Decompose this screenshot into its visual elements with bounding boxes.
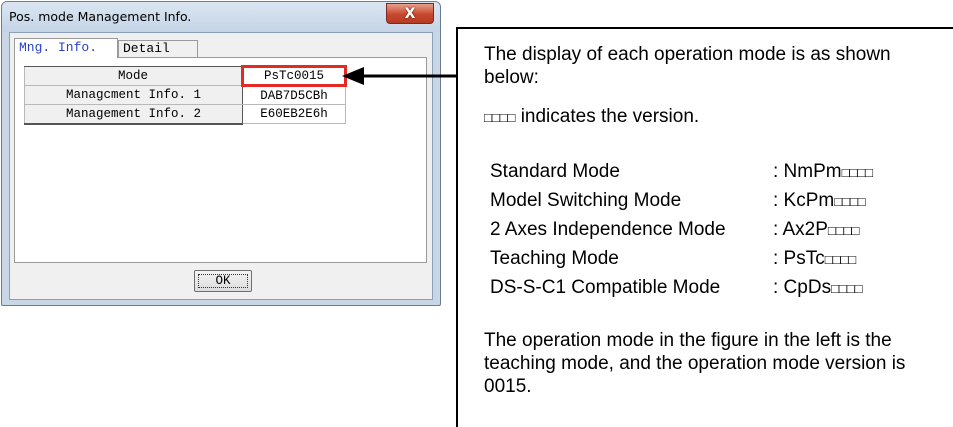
list-item: Teaching Mode : PsTc□□□□ xyxy=(490,248,953,277)
row-label-management-info-1: Managcment Info. 1 xyxy=(24,85,243,105)
row-value-management-info-2[interactable]: E60EB2E6h xyxy=(242,104,346,124)
mode-code: : Ax2P□□□□ xyxy=(773,219,860,240)
table-row: Managcment Info. 1 DAB7D5CBh xyxy=(24,85,346,105)
title-bar[interactable]: Pos. mode Management Info. X xyxy=(2,2,440,32)
mode-code: : PsTc□□□□ xyxy=(773,248,857,269)
mode-name: Teaching Mode xyxy=(490,248,619,269)
mode-name: Model Switching Mode xyxy=(490,190,682,211)
row-value-mode[interactable]: PsTc0015 xyxy=(241,65,347,87)
info-grid: Mode PsTc0015 Managcment Info. 1 DAB7D5C… xyxy=(24,65,347,125)
callout-summary: The operation mode in the figure in the … xyxy=(484,330,906,397)
callout-intro: The display of each operation mode is as… xyxy=(484,44,891,88)
tab-mng-info[interactable]: Mng. Info. xyxy=(14,38,118,58)
row-value-management-info-1[interactable]: DAB7D5CBh xyxy=(242,85,346,105)
tab-detail[interactable]: Detail xyxy=(118,40,198,57)
dialog-title: Pos. mode Management Info. xyxy=(9,9,192,24)
mode-list: Standard Mode : NmPm□□□□ Model Switching… xyxy=(490,161,953,306)
list-item: 2 Axes Independence Mode : Ax2P□□□□ xyxy=(490,219,953,248)
explanation-callout: The display of each operation mode is as… xyxy=(456,27,953,427)
mode-code: : NmPm□□□□ xyxy=(773,161,874,182)
mode-name: DS-S-C1 Compatible Mode xyxy=(490,277,721,298)
list-item: Standard Mode : NmPm□□□□ xyxy=(490,161,953,190)
mode-name: Standard Mode xyxy=(490,161,620,182)
ok-button[interactable]: OK xyxy=(194,270,252,292)
version-note: indicates the version. xyxy=(520,106,700,127)
row-label-management-info-2: Management Info. 2 xyxy=(24,104,243,125)
close-icon: X xyxy=(404,5,416,22)
mode-name: 2 Axes Independence Mode xyxy=(490,219,726,240)
management-info-dialog: Pos. mode Management Info. X Mng. Info. … xyxy=(1,1,441,306)
version-boxes: □□□□ xyxy=(484,110,516,125)
list-item: Model Switching Mode : KcPm□□□□ xyxy=(490,190,953,219)
list-item: DS-S-C1 Compatible Mode : CpDs□□□□ xyxy=(490,277,953,306)
table-row: Management Info. 2 E60EB2E6h xyxy=(24,104,346,125)
table-row: Mode PsTc0015 xyxy=(24,65,347,87)
pointer-arrow-icon xyxy=(342,67,458,85)
mode-code: : CpDs□□□□ xyxy=(773,277,863,298)
close-button[interactable]: X xyxy=(386,3,434,24)
focus-rectangle xyxy=(198,274,248,288)
row-label-mode: Mode xyxy=(24,66,243,86)
mode-code: : KcPm□□□□ xyxy=(773,190,866,211)
version-note-line: □□□□ indicates the version. xyxy=(484,106,699,128)
